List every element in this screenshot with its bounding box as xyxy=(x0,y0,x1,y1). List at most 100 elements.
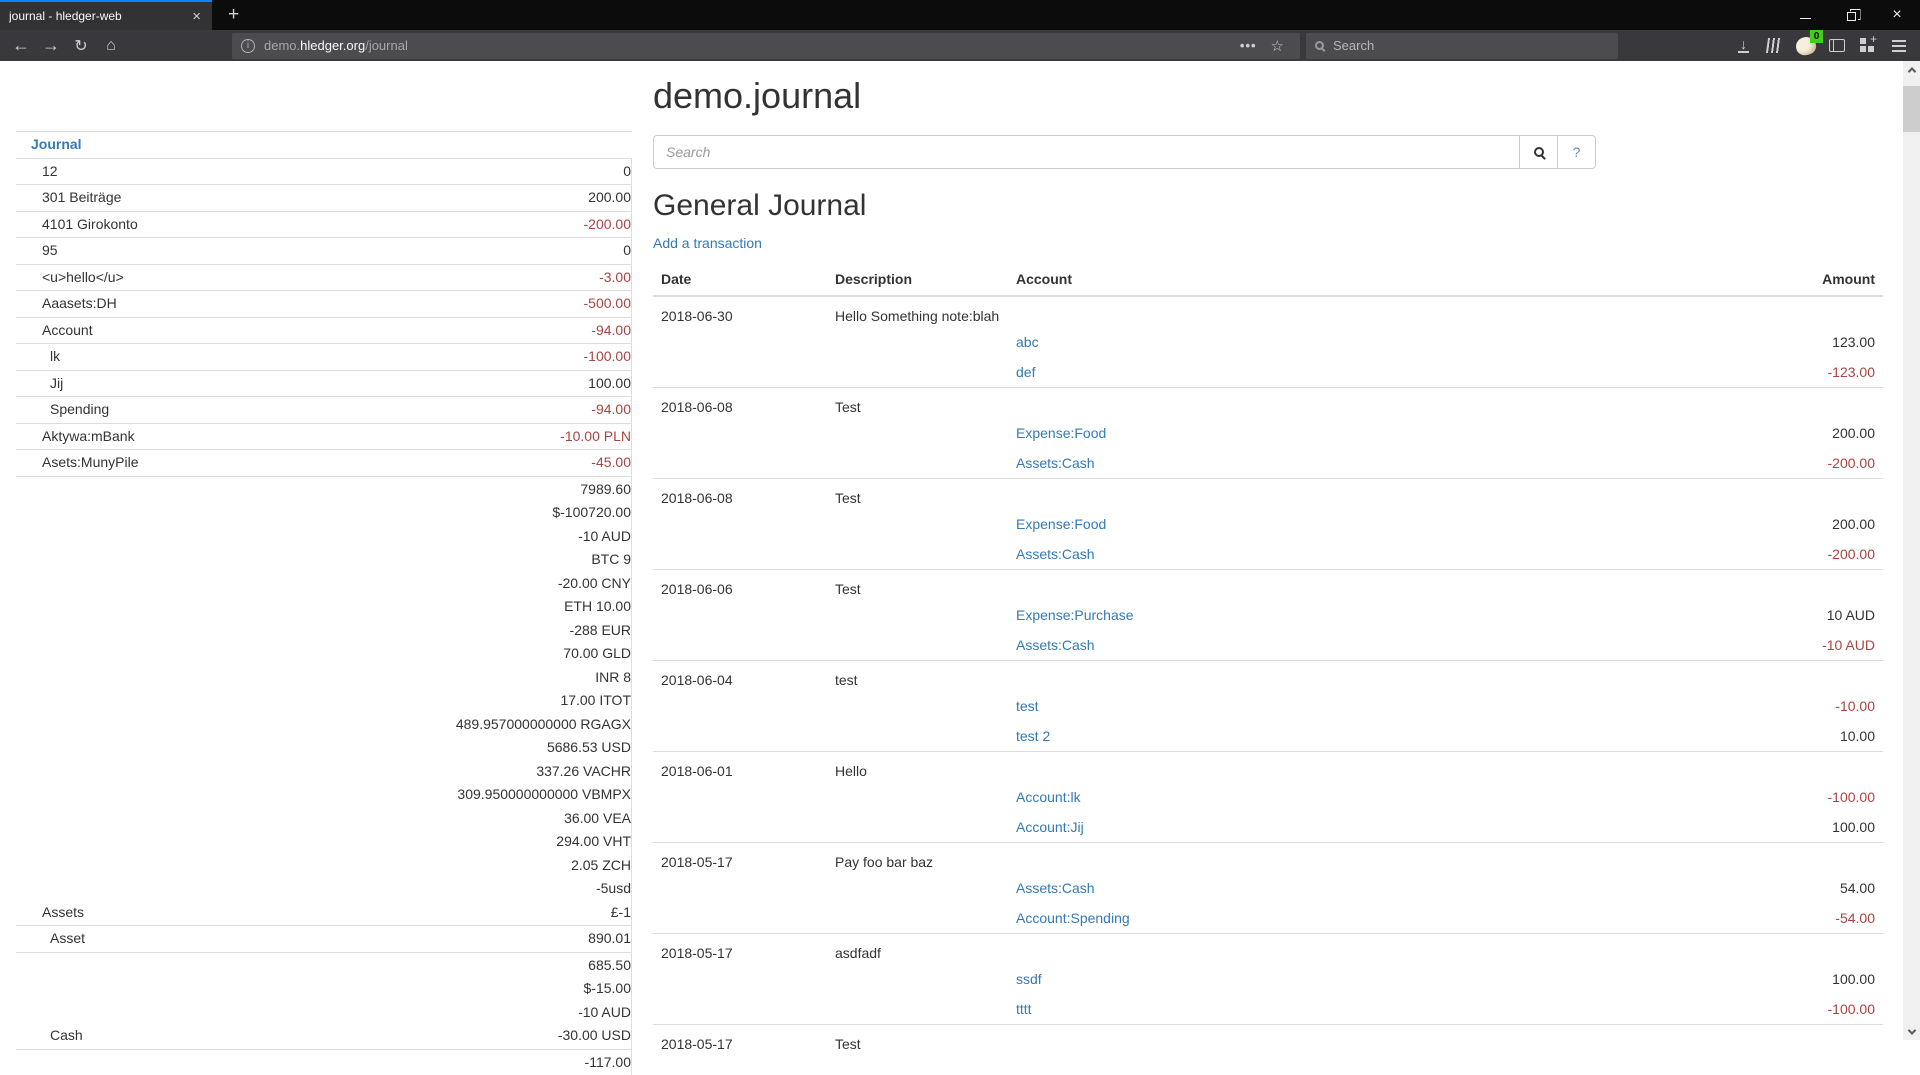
window-minimize-button[interactable] xyxy=(1782,0,1828,30)
transaction-row[interactable]: 2018-06-08Test xyxy=(653,479,1883,510)
sidebar-account-link[interactable]: 12 xyxy=(42,163,58,179)
sidebar-account-link[interactable]: Asets:MunyPile xyxy=(42,454,138,470)
transaction-row[interactable]: 2018-05-17asdfadf xyxy=(653,934,1883,965)
account-balance: 36.00 VEA xyxy=(269,807,631,831)
search-help-button[interactable]: ? xyxy=(1558,135,1596,169)
menu-button[interactable] xyxy=(1883,33,1914,59)
posting-account-link[interactable]: ssdf xyxy=(1016,971,1042,987)
tab-close-icon[interactable]: × xyxy=(190,8,203,25)
posting-row: Assets:Cash-10 AUD xyxy=(653,630,1883,661)
posting-account-link[interactable]: test xyxy=(1016,698,1039,714)
sidebar-account-link[interactable]: 95 xyxy=(42,242,58,258)
sidebar-account-row: 120 xyxy=(16,158,632,185)
new-tab-button[interactable]: + xyxy=(218,0,249,30)
posting-account-link[interactable]: Assets:Cash xyxy=(1016,455,1095,471)
posting-account-link[interactable]: abc xyxy=(1016,334,1039,350)
tile-tabs-button[interactable] xyxy=(1852,33,1883,59)
sidebar-account-link[interactable]: Asset xyxy=(50,930,85,946)
posting-account-link[interactable]: Assets:Cash xyxy=(1016,546,1095,562)
journal-table-body: 2018-06-30Hello Something note:blahabc12… xyxy=(653,296,1883,1055)
account-balance: -30.00 USD xyxy=(269,1024,631,1048)
library-button[interactable] xyxy=(1759,33,1790,59)
window-close-button[interactable]: × xyxy=(1874,0,1920,30)
section-title: General Journal xyxy=(653,189,1883,223)
posting-account-link[interactable]: test 2 xyxy=(1016,728,1050,744)
transaction-description: Hello xyxy=(827,752,1008,783)
sidebars-button[interactable] xyxy=(1821,33,1852,59)
posting-account-link[interactable]: Account:lk xyxy=(1016,789,1081,805)
account-balance: -20.00 CNY xyxy=(269,572,631,596)
transaction-row[interactable]: 2018-06-06Test xyxy=(653,570,1883,601)
sidebar-account-link[interactable]: Assets xyxy=(42,904,84,920)
sidebar-account-link[interactable]: Jij xyxy=(50,375,63,391)
posting-row: abc123.00 xyxy=(653,327,1883,357)
sidebar-account-link[interactable]: Aaasets:DH xyxy=(42,295,117,311)
account-balance: 0 xyxy=(269,239,631,263)
sidebar-account-link[interactable]: 301 Beiträge xyxy=(42,189,121,205)
url-bar[interactable]: i demo.hledger.org/journal ••• ☆ xyxy=(232,33,1300,59)
page-actions-icon[interactable]: ••• xyxy=(1233,38,1264,53)
sidebar-account-row: 301 Beiträge200.00 xyxy=(16,185,632,212)
posting-account-link[interactable]: Expense:Food xyxy=(1016,516,1106,532)
sidebar-item-journal[interactable]: Journal xyxy=(31,136,82,152)
posting-account-link[interactable]: Expense:Food xyxy=(1016,425,1106,441)
sidebar-account-link[interactable]: Account xyxy=(42,322,93,338)
transaction-row[interactable]: 2018-06-08Test xyxy=(653,388,1883,419)
scrollbar-up-arrow[interactable] xyxy=(1903,61,1920,78)
page-content: Journal 120301 Beiträge200.004101 Giroko… xyxy=(0,61,1920,1040)
home-button[interactable]: ⌂ xyxy=(96,33,126,59)
scrollbar-down-arrow[interactable] xyxy=(1903,1023,1920,1040)
account-balance: 2.05 ZCH xyxy=(269,854,631,878)
transaction-row[interactable]: 2018-06-30Hello Something note:blah xyxy=(653,296,1883,327)
posting-amount: 10.00 xyxy=(1378,721,1883,752)
downloads-button[interactable]: ↓ xyxy=(1728,33,1759,59)
posting-account-link[interactable]: Expense:Purchase xyxy=(1016,607,1134,623)
sidebar-account-link[interactable]: Spending xyxy=(50,401,109,417)
sidebar-account-link[interactable]: lk xyxy=(50,348,60,364)
posting-account-link[interactable]: Account:Spending xyxy=(1016,910,1130,926)
forward-button[interactable]: → xyxy=(36,33,66,59)
account-balance: 17.00 ITOT xyxy=(269,689,631,713)
transaction-row[interactable]: 2018-06-01Hello xyxy=(653,752,1883,783)
sidebar-account-row: lk-100.00 xyxy=(16,344,632,371)
posting-account-link[interactable]: Assets:Cash xyxy=(1016,880,1095,896)
add-transaction-link[interactable]: Add a transaction xyxy=(653,235,762,251)
journal-search-group: ? xyxy=(653,135,1596,169)
posting-row: Expense:Food200.00 xyxy=(653,509,1883,539)
sidebar-account-link[interactable]: Cash xyxy=(50,1027,83,1043)
page-scrollbar[interactable] xyxy=(1903,61,1920,1040)
posting-account-link[interactable]: tttt xyxy=(1016,1001,1032,1017)
sidebar-account-link[interactable]: 4101 Girokonto xyxy=(42,216,138,232)
transaction-description: Pay foo bar baz xyxy=(827,843,1008,874)
column-header-date: Date xyxy=(653,263,827,296)
back-button[interactable]: ← xyxy=(6,33,36,59)
window-restore-button[interactable] xyxy=(1828,0,1874,30)
account-balance: 7989.60 xyxy=(269,478,631,502)
browser-tab[interactable]: journal - hledger-web × xyxy=(0,0,212,30)
journal-table: Date Description Account Amount 2018-06-… xyxy=(653,263,1883,1055)
bookmark-star-icon[interactable]: ☆ xyxy=(1264,37,1291,55)
download-icon: ↓ xyxy=(1738,38,1749,53)
posting-account-link[interactable]: Assets:Cash xyxy=(1016,637,1095,653)
reload-button[interactable]: ↻ xyxy=(66,33,96,59)
posting-row: test-10.00 xyxy=(653,691,1883,721)
posting-row: Expense:Purchase10 AUD xyxy=(653,600,1883,630)
posting-account-link[interactable]: Account:Jij xyxy=(1016,819,1084,835)
site-info-icon[interactable]: i xyxy=(241,39,255,53)
sidebar-account-row: Asets:MunyPile-45.00 xyxy=(16,450,632,477)
posting-account-link[interactable]: def xyxy=(1016,364,1035,380)
extension-button[interactable]: 0 xyxy=(1790,33,1821,59)
sidebar-account-link[interactable]: Aktywa:mBank xyxy=(42,428,135,444)
transaction-row[interactable]: 2018-06-04test xyxy=(653,661,1883,692)
transaction-row[interactable]: 2018-05-17Pay foo bar baz xyxy=(653,843,1883,874)
posting-amount: 100.00 xyxy=(1378,812,1883,843)
account-balance: -10 AUD xyxy=(269,1001,631,1025)
library-icon xyxy=(1766,38,1783,53)
account-balance: 489.957000000000 RGAGX xyxy=(269,713,631,737)
journal-search-button[interactable] xyxy=(1519,135,1558,169)
browser-search-field[interactable]: Search xyxy=(1306,33,1618,59)
sidebar-account-link[interactable]: <u>hello</u> xyxy=(42,269,124,285)
posting-amount: -200.00 xyxy=(1378,448,1883,479)
scrollbar-thumb[interactable] xyxy=(1903,86,1920,132)
journal-search-input[interactable] xyxy=(653,135,1519,169)
